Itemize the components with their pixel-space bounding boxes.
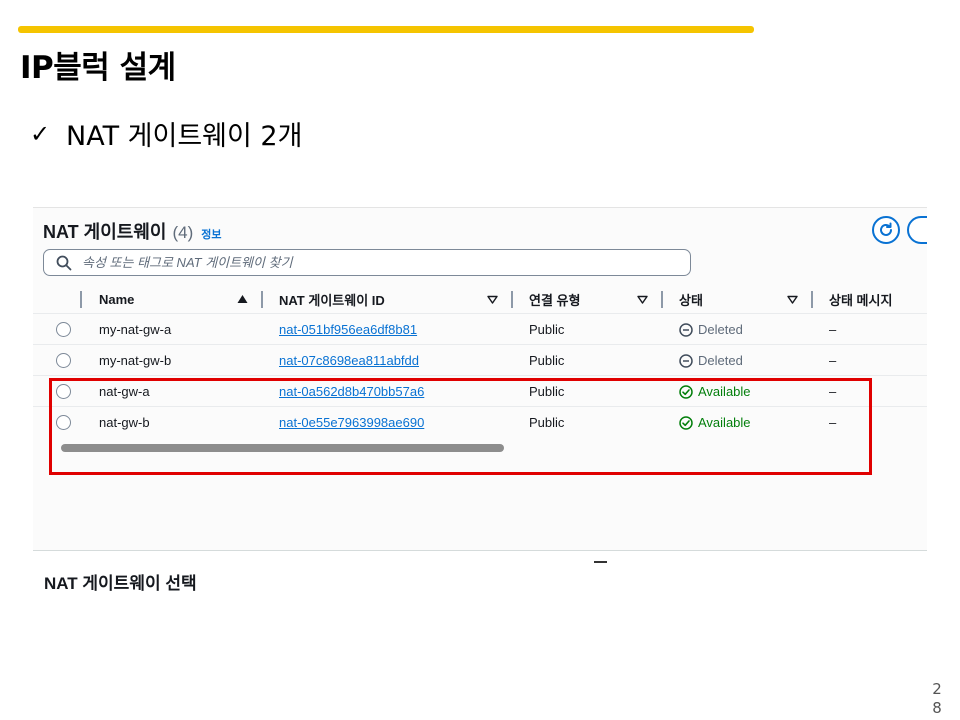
refresh-button[interactable]	[872, 216, 900, 244]
split-panel-handle[interactable]	[594, 561, 607, 563]
search-icon	[56, 255, 72, 270]
table-header: Name NAT 게이트웨이 ID 연결 유형 상태 상태 메시지	[33, 285, 927, 314]
cell-name: my-nat-gw-a	[99, 322, 172, 337]
panel-count: (4)	[172, 223, 194, 242]
column-label: Name	[99, 292, 135, 307]
refresh-icon	[880, 222, 892, 236]
cell-message: –	[829, 322, 837, 337]
status-deleted: Deleted	[679, 353, 743, 368]
cell-name: my-nat-gw-b	[99, 353, 172, 368]
slide-title: IP블럭 설계	[20, 50, 176, 86]
cell-id: nat-07c8698ea811abfdd	[279, 345, 419, 376]
cell-status: Deleted	[679, 314, 743, 345]
column-header-id[interactable]: NAT 게이트웨이 ID	[279, 285, 509, 314]
sort-caret-down-icon	[637, 295, 648, 304]
column-divider[interactable]	[80, 291, 82, 308]
column-label: 연결 유형	[529, 293, 581, 308]
column-label: NAT 게이트웨이 ID	[279, 293, 385, 308]
cell-id: nat-051bf956ea6df8b81	[279, 314, 417, 345]
info-link[interactable]: 정보	[201, 226, 221, 242]
row-radio[interactable]	[56, 353, 71, 368]
cell-message: –	[829, 353, 837, 368]
page-number: 2 8	[932, 680, 942, 717]
column-header-status-message[interactable]: 상태 메시지	[829, 285, 927, 314]
column-label: 상태	[679, 293, 703, 308]
column-header-name[interactable]: Name	[99, 285, 259, 314]
split-panel-divider	[33, 550, 927, 551]
column-divider[interactable]	[661, 291, 663, 308]
column-divider[interactable]	[261, 291, 263, 308]
column-header-type[interactable]: 연결 유형	[529, 285, 659, 314]
column-divider[interactable]	[811, 291, 813, 308]
detail-panel-title: NAT 게이트웨이 선택	[44, 574, 197, 593]
status-deleted-icon	[679, 353, 693, 368]
status-label: Deleted	[698, 322, 743, 337]
sort-caret-down-icon	[787, 295, 798, 304]
table-row[interactable]: my-nat-gw-a nat-051bf956ea6df8b81 Public…	[33, 314, 927, 345]
sort-ascending-icon	[237, 295, 248, 303]
nat-gateway-id-link[interactable]: nat-051bf956ea6df8b81	[279, 322, 417, 337]
row-radio[interactable]	[56, 322, 71, 337]
cell-type: Public	[529, 353, 565, 368]
cell-type: Public	[529, 322, 565, 337]
nat-gateway-id-link[interactable]: nat-07c8698ea811abfdd	[279, 353, 419, 368]
actions-button[interactable]	[907, 216, 927, 244]
column-label: 상태 메시지	[829, 293, 893, 308]
status-deleted: Deleted	[679, 322, 743, 337]
search-field[interactable]	[43, 249, 691, 276]
column-divider[interactable]	[511, 291, 513, 308]
panel-title: NAT 게이트웨이	[43, 222, 167, 242]
status-label: Deleted	[698, 353, 743, 368]
panel-header: NAT 게이트웨이 (4) 정보	[43, 218, 222, 244]
table-row[interactable]: my-nat-gw-b nat-07c8698ea811abfdd Public…	[33, 345, 927, 376]
bullet-item: ✓ NAT 게이트웨이 2개	[30, 114, 302, 153]
cell-status: Deleted	[679, 345, 743, 376]
highlight-box	[49, 378, 872, 475]
column-header-status[interactable]: 상태	[679, 285, 809, 314]
search-input[interactable]	[82, 255, 662, 270]
sort-caret-down-icon	[487, 295, 498, 304]
status-deleted-icon	[679, 322, 693, 337]
accent-bar	[18, 26, 754, 33]
bullet-text: NAT 게이트웨이 2개	[66, 121, 303, 152]
check-icon: ✓	[30, 119, 51, 148]
